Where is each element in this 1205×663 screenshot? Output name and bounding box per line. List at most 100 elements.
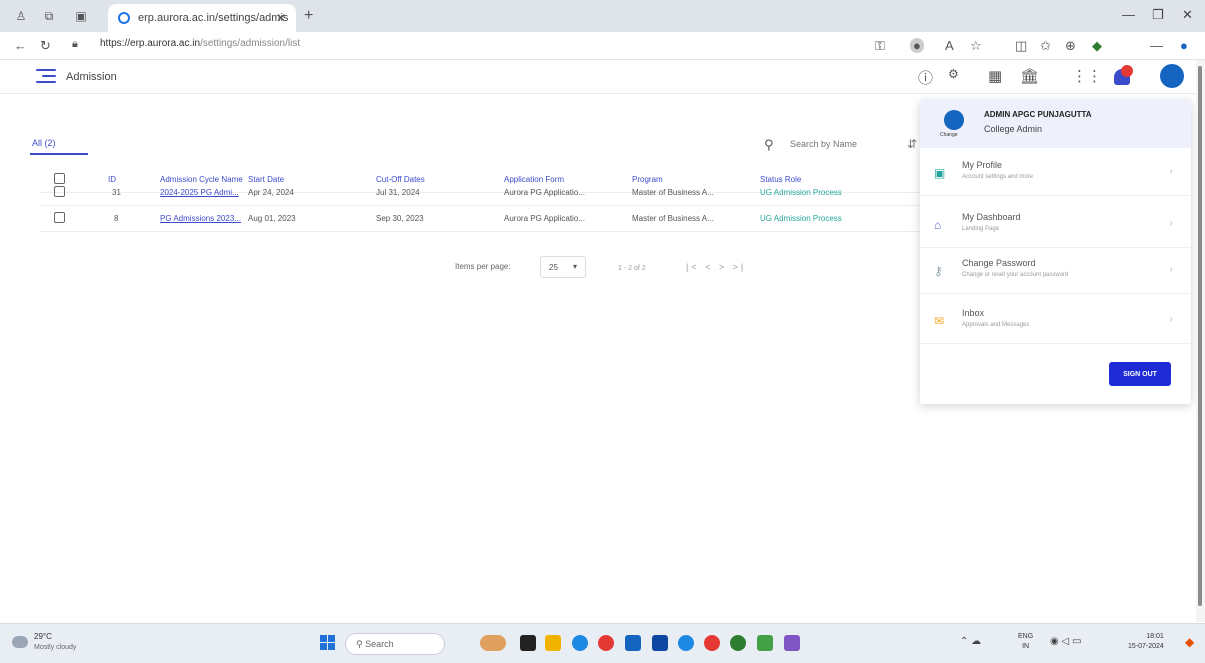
calendar-icon[interactable]: ▦ (988, 67, 1002, 85)
page-title: Admission (66, 71, 117, 83)
profile-avatar[interactable] (944, 110, 964, 130)
app-header: Admission ⓘ ⚙ ▦ 🏛︎ ⋮⋮ (0, 60, 1205, 94)
clock[interactable]: 18:01 15-07-2024 (1128, 632, 1164, 652)
url-field[interactable]: https://erp.aurora.ac.in/settings/admiss… (100, 38, 300, 49)
favorite-star-icon[interactable]: ☆ (970, 38, 982, 54)
tab-close-icon[interactable]: ✕ (276, 11, 286, 25)
language-icon[interactable]: ⚙ (948, 67, 959, 81)
sign-out-button[interactable]: SIGN OUT (1109, 362, 1171, 386)
language-code: ENG (1018, 633, 1034, 640)
sort-icon[interactable]: ⇵ (907, 137, 917, 151)
search-icon: ⚲ (764, 137, 774, 152)
taskbar-search[interactable]: ⚲ Search (345, 633, 445, 655)
scrollbar-thumb[interactable] (1198, 66, 1202, 606)
cell-id: 31 (112, 188, 121, 197)
tab-all[interactable]: All (2) (32, 138, 56, 148)
language-indicator[interactable]: ENG IN (1018, 632, 1033, 652)
tab-actions-icon[interactable]: ▣ (74, 9, 88, 23)
chrome-icon[interactable] (598, 635, 614, 651)
cell-cycle-name-link[interactable]: PG Admissions 2023... (160, 214, 244, 223)
weather-temp[interactable]: 29°C (34, 632, 52, 641)
table-row[interactable]: 31 2024-2025 PG Admi... Apr 24, 2024 Jul… (40, 180, 920, 206)
profile-icon[interactable]: ♙ (14, 9, 28, 23)
key-icon[interactable]: ⚿ (875, 38, 885, 54)
search-input[interactable] (790, 133, 890, 155)
clock-time: 18:01 (1146, 633, 1164, 640)
menu-item-subtitle: Approvals and Messages (962, 322, 1030, 328)
user-avatar[interactable] (1160, 64, 1184, 88)
favorites-icon[interactable]: ✩ (1040, 38, 1051, 54)
page-scrollbar[interactable] (1196, 60, 1205, 622)
collections-icon[interactable]: ⊕ (1065, 38, 1076, 54)
read-aloud-icon[interactable]: A (945, 38, 954, 53)
table-row[interactable]: 8 PG Admissions 2023... Aug 01, 2023 Sep… (40, 206, 920, 232)
tab-favicon-icon (118, 12, 130, 24)
cell-application-form: Aurora PG Applicatio... (504, 214, 585, 223)
workspaces-icon[interactable]: ⧉ (42, 9, 56, 23)
institution-icon[interactable]: 🏛︎ (1020, 67, 1039, 85)
menu-item-change-password[interactable]: ⚷ Change Password Change or reset your a… (920, 250, 1191, 294)
whatsapp-icon[interactable] (730, 635, 746, 651)
start-icon[interactable] (320, 635, 336, 651)
extension-icon[interactable]: ● (910, 38, 924, 53)
help-icon[interactable]: ⓘ (918, 67, 933, 88)
items-per-page-select[interactable]: 25 ▾ (540, 256, 586, 278)
outlook-icon[interactable] (652, 635, 668, 651)
widgets-icon[interactable] (480, 635, 506, 651)
cloud-icon[interactable] (12, 636, 28, 648)
cell-id: 8 (114, 214, 119, 223)
system-tray[interactable]: ⌃ ☁ (960, 636, 981, 647)
url-path: /settings/admission/list (200, 38, 301, 49)
app-icon[interactable] (704, 635, 720, 651)
edge-icon[interactable]: ● (1180, 38, 1188, 53)
cell-program: Master of Business A... (632, 188, 714, 197)
store-icon[interactable] (625, 635, 641, 651)
menu-item-title: My Profile (962, 160, 1003, 170)
chevron-right-icon: › (1169, 166, 1173, 177)
url-host: https://erp.aurora.ac.in (100, 38, 201, 49)
items-per-page-label: Items per page: (455, 262, 511, 271)
notification-badge (1121, 65, 1133, 77)
browser-tab[interactable]: erp.aurora.ac.in/settings/admis ✕ (108, 4, 296, 32)
file-explorer-icon[interactable] (545, 635, 561, 651)
cell-status: UG Admission Process (760, 214, 842, 223)
row-checkbox[interactable] (54, 186, 65, 197)
refresh-icon[interactable]: ↻ (40, 38, 51, 54)
notification-bell-icon[interactable] (1112, 65, 1134, 87)
split-screen-icon[interactable]: ◫ (1015, 38, 1027, 54)
new-tab-icon[interactable]: + (304, 7, 313, 25)
network-volume-battery-icons[interactable]: ◉ ◁ ▭ (1050, 636, 1081, 647)
cell-cutoff-date: Sep 30, 2023 (376, 214, 424, 223)
chevron-right-icon: › (1169, 218, 1173, 229)
menu-item-subtitle: Account settings and more (962, 174, 1034, 180)
menu-item-inbox[interactable]: ✉ Inbox Approvals and Messages › (920, 300, 1191, 344)
back-icon[interactable]: ← (14, 38, 27, 53)
cell-start-date: Aug 01, 2023 (248, 214, 296, 223)
cell-application-form: Aurora PG Applicatio... (504, 188, 585, 197)
app-icon[interactable] (757, 635, 773, 651)
cell-cycle-name-link[interactable]: 2024-2025 PG Admi... (160, 188, 244, 197)
items-per-page-value: 25 (549, 263, 558, 272)
app-icon[interactable] (678, 635, 694, 651)
task-view-icon[interactable] (520, 635, 536, 651)
menu-toggle-icon[interactable] (36, 69, 56, 85)
profile-header: Change ADMIN APGC PUNJAGUTTA College Adm… (920, 100, 1191, 148)
menu-item-my-dashboard[interactable]: ⌂ My Dashboard Landing Page › (920, 204, 1191, 248)
window-close-icon[interactable]: ✕ (1182, 7, 1193, 23)
key-icon: ⚷ (934, 264, 943, 278)
menu-item-title: Inbox (962, 308, 985, 318)
notification-center-icon[interactable]: ◆ (1185, 635, 1194, 649)
copilot-icon[interactable]: ◆ (1092, 38, 1102, 54)
minimize-icon[interactable]: — (1122, 7, 1135, 22)
mail-icon: ✉ (934, 314, 945, 328)
row-checkbox[interactable] (54, 212, 65, 223)
pagination-buttons[interactable]: |< < > >| (686, 262, 746, 272)
edge-taskbar-icon[interactable] (572, 635, 588, 651)
weather-desc[interactable]: Mostly cloudy (34, 644, 76, 651)
apps-grid-icon[interactable]: ⋮⋮ (1072, 67, 1102, 85)
menu-dots-icon[interactable]: — (1150, 38, 1163, 53)
menu-item-my-profile[interactable]: ▣ My Profile Account settings and more › (920, 152, 1191, 196)
restore-icon[interactable]: ❐ (1152, 7, 1164, 23)
change-avatar-link[interactable]: Change (940, 132, 958, 138)
app-icon[interactable] (784, 635, 800, 651)
